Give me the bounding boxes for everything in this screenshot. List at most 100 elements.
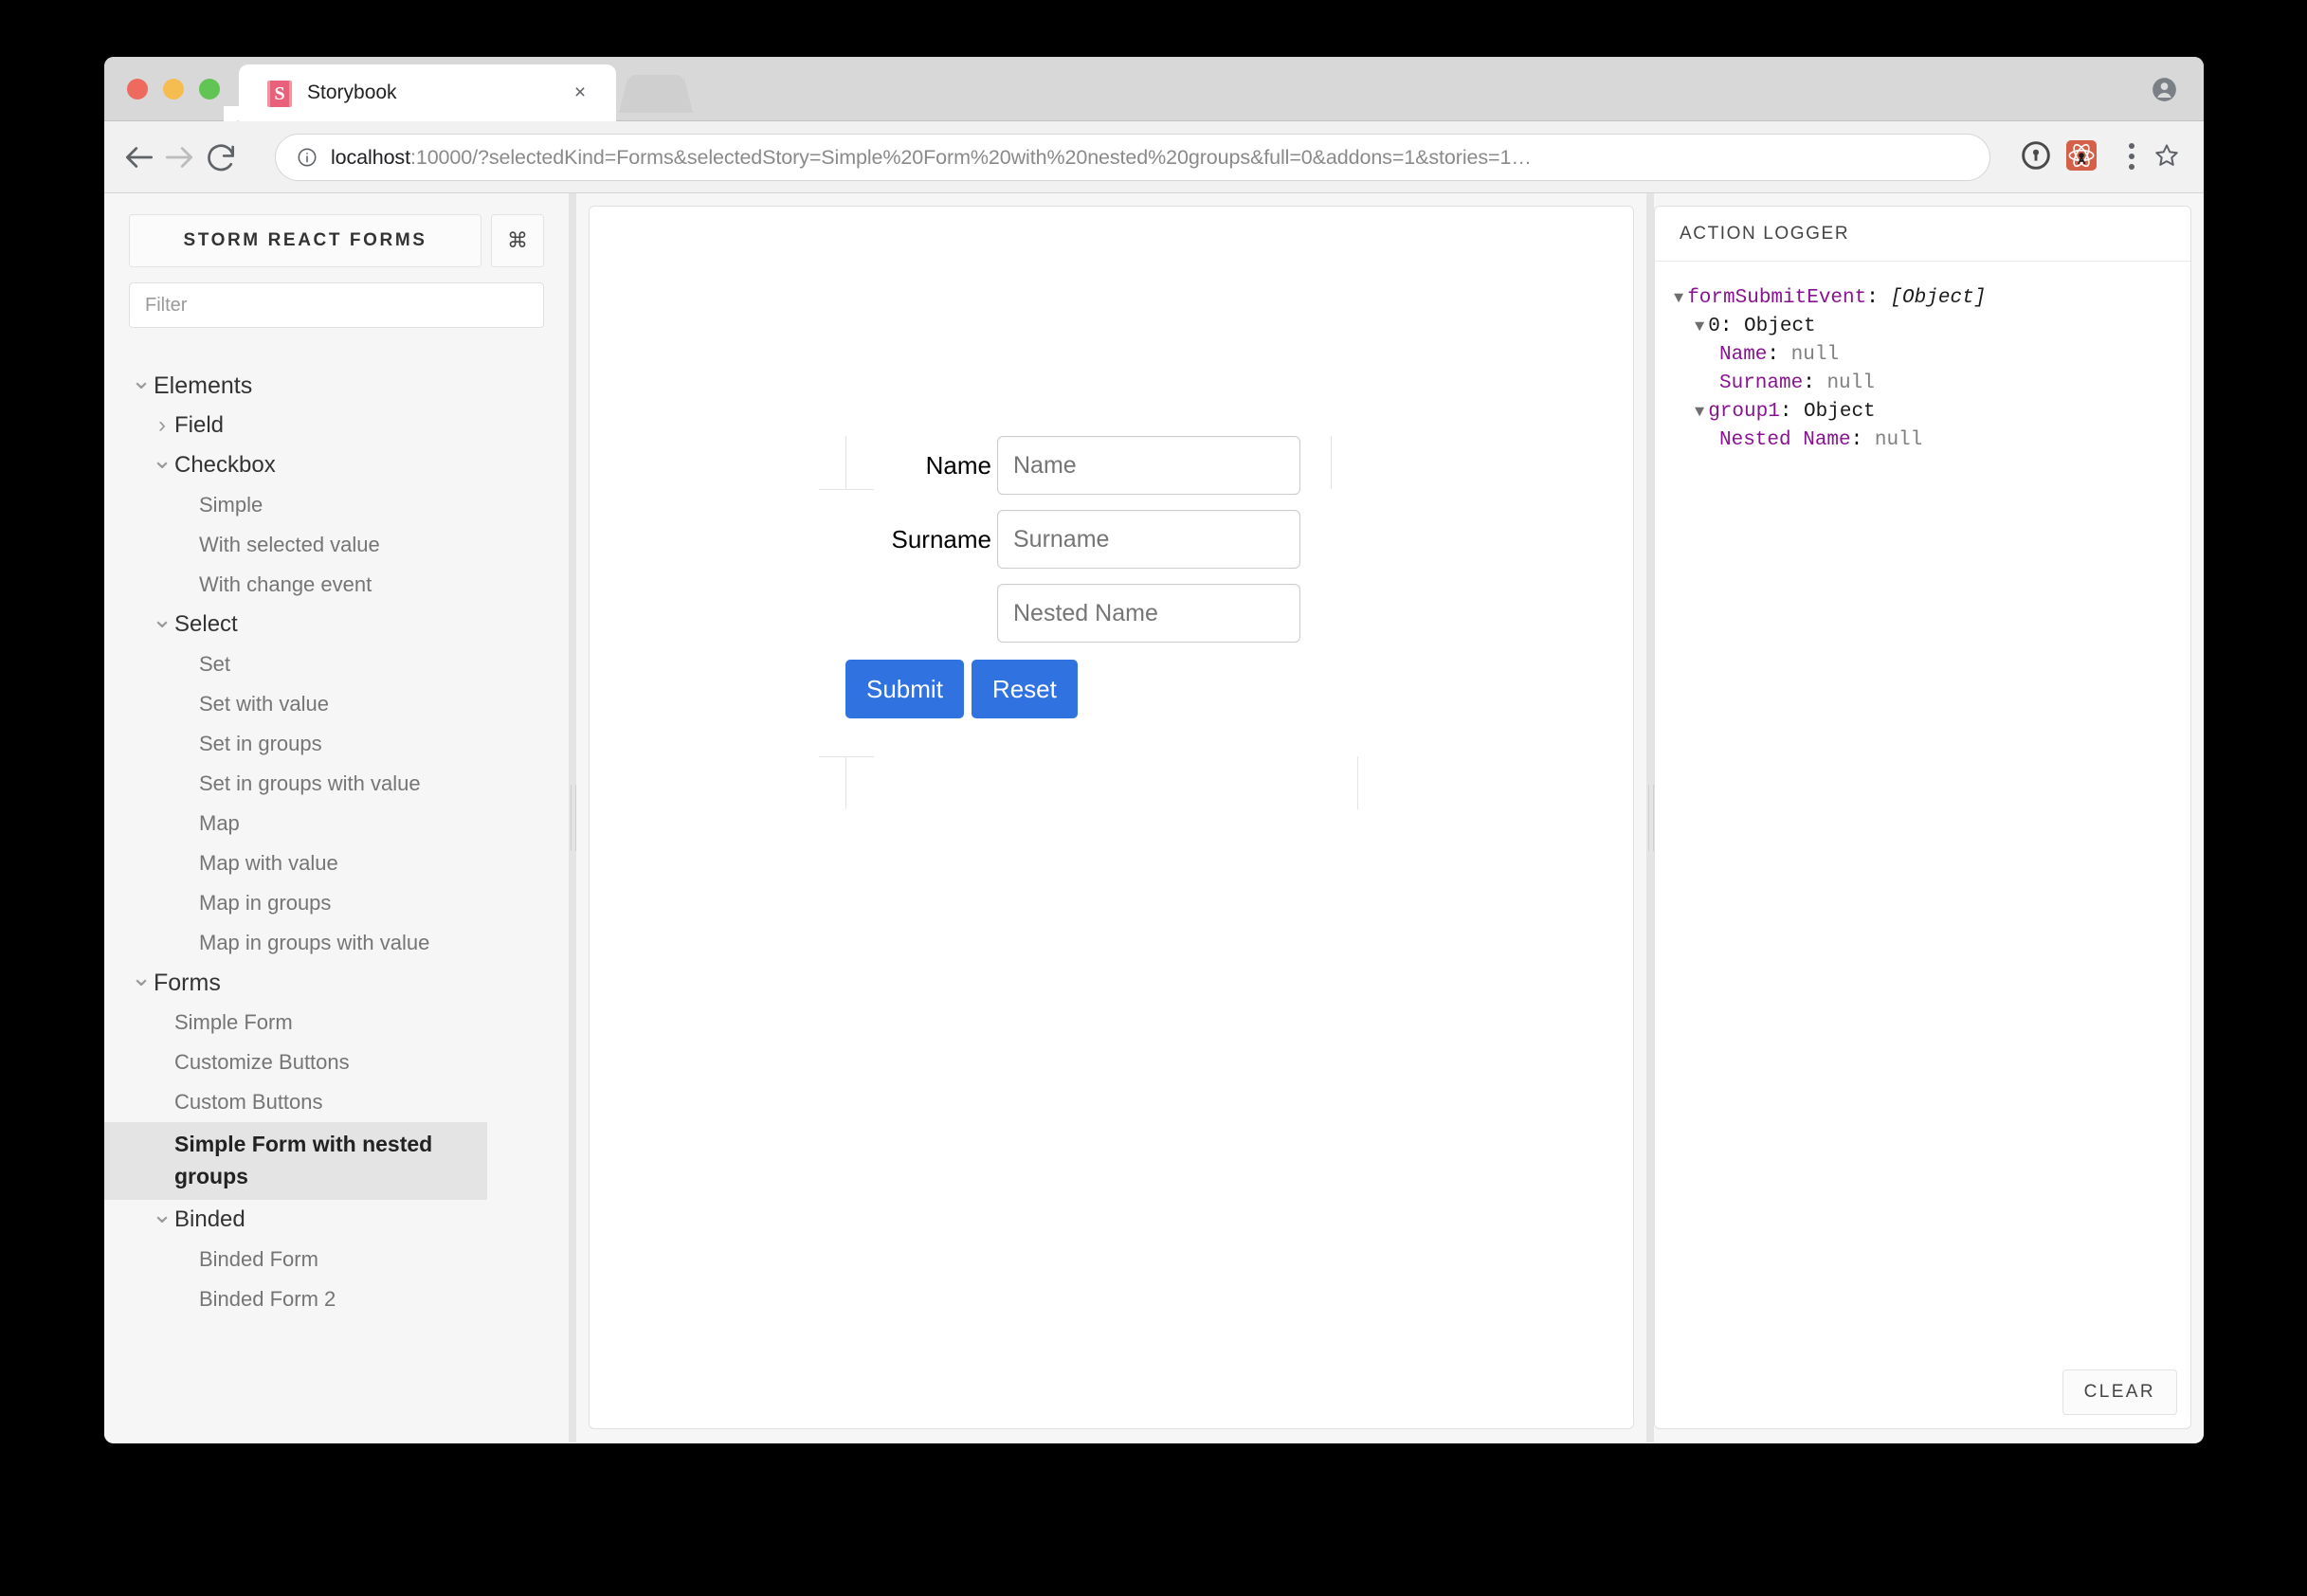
chevron-down-icon[interactable]: ⌄ <box>129 366 154 394</box>
rendered-story: Name Surname Submit Reset <box>819 436 1358 809</box>
shortcuts-command-icon[interactable]: ⌘ <box>491 214 544 267</box>
disclosure-triangle-icon[interactable]: ▼ <box>1674 290 1683 308</box>
chevron-down-icon[interactable]: ⌄ <box>150 605 174 633</box>
story-tree-item-label: Set in groups <box>199 732 322 755</box>
chevron-down-icon[interactable]: ⌄ <box>150 445 174 474</box>
action-log-key: formSubmitEvent <box>1687 287 1867 309</box>
disclosure-triangle-icon[interactable]: ▼ <box>1695 404 1704 422</box>
story-tree-item-label: Map <box>199 811 240 835</box>
story-tree-item-label: Map with value <box>199 851 338 875</box>
story-tree-item[interactable]: Map in groups with value <box>104 923 569 963</box>
form-field-label: Name <box>925 450 991 480</box>
form-input-name[interactable] <box>997 436 1300 495</box>
submit-button[interactable]: Submit <box>845 660 964 718</box>
story-tree-item[interactable]: ⌄ Checkbox <box>104 445 569 485</box>
tab-action-logger[interactable]: ACTION LOGGER <box>1680 224 1849 245</box>
story-tree-item[interactable]: Map with value <box>104 843 569 883</box>
sidebar-resize-handle[interactable] <box>569 193 576 1442</box>
story-tree-item[interactable]: Customize Buttons <box>104 1043 569 1082</box>
story-tree-item[interactable]: Map in groups <box>104 883 569 923</box>
form-field-row: Surname <box>845 510 1300 569</box>
back-icon[interactable] <box>121 139 157 175</box>
story-tree-item[interactable]: ⌄ Binded <box>104 1200 569 1240</box>
browser-window: S Storybook × localhost:10000/?selectedK… <box>104 57 2204 1443</box>
action-log-key: 0 <box>1708 316 1720 337</box>
reload-icon[interactable] <box>203 139 239 175</box>
avatar[interactable] <box>2152 77 2177 102</box>
story-tree-item[interactable]: Binded Form 2 <box>104 1279 569 1319</box>
react-devtools-extension-icon[interactable] <box>2066 140 2097 171</box>
story-tree-item[interactable]: › Field <box>104 406 569 445</box>
story-tree-item[interactable]: Custom Buttons <box>104 1082 569 1122</box>
form-input-surname[interactable] <box>997 510 1300 569</box>
story-tree-item[interactable]: Simple Form <box>104 1003 569 1043</box>
action-log-row: ▼ group1: Object <box>1674 398 2171 426</box>
story-tree-item[interactable]: Simple <box>104 485 569 525</box>
form-rows: Name Surname <box>845 436 1300 643</box>
clear-button[interactable]: CLEAR <box>2062 1369 2177 1415</box>
story-tree-item[interactable]: Binded Form <box>104 1240 569 1279</box>
story-tree-item-label: Select <box>174 611 238 637</box>
browser-tab-storybook[interactable]: S Storybook × <box>239 64 616 121</box>
sidebar-header: STORM REACT FORMS ⌘ <box>104 193 569 267</box>
story-tree: ⌄ Elements › Field ⌄ Checkbox Simple With selec… <box>104 366 569 1338</box>
form-input-nested-name[interactable] <box>997 584 1300 643</box>
story-tree-item[interactable]: Set in groups <box>104 724 569 764</box>
browser-menu-icon[interactable] <box>2117 138 2146 172</box>
address-bar[interactable]: localhost:10000/?selectedKind=Forms&sele… <box>275 134 1990 181</box>
story-tree-item-label: Binded <box>174 1206 245 1232</box>
story-tree-item-label: With change event <box>199 572 372 596</box>
story-tree-item[interactable]: Set <box>104 644 569 684</box>
action-log-separator: : <box>1719 316 1745 337</box>
story-tree-item-label: Field <box>174 412 225 438</box>
storybook-root: STORM REACT FORMS ⌘ ⌄Elements›Field⌄Chec… <box>104 193 2204 1442</box>
action-log-value: null <box>1874 429 1923 451</box>
story-tree-item-selected[interactable]: Simple Form with nested groups <box>104 1122 487 1200</box>
story-tree-item[interactable]: Set with value <box>104 684 569 724</box>
story-tree-item-label: Binded Form <box>199 1247 318 1271</box>
action-log-separator: : <box>1767 344 1791 366</box>
story-tree-item[interactable]: ⌄ Select <box>104 605 569 644</box>
story-tree-item[interactable]: With change event <box>104 565 569 605</box>
chevron-down-icon[interactable]: ⌄ <box>129 963 154 991</box>
storybook-favicon-icon: S <box>267 81 292 107</box>
story-tree-item-label: With selected value <box>199 533 380 556</box>
page-info-icon[interactable] <box>297 147 318 168</box>
story-tree-item[interactable]: Map <box>104 804 569 843</box>
url-host: localhost <box>331 145 410 169</box>
action-log-separator: : <box>1850 429 1875 451</box>
story-tree-item-label: Simple Form <box>174 1010 293 1034</box>
panel-resize-handle[interactable] <box>1646 193 1654 1442</box>
story-tree-item-label: Checkbox <box>174 452 276 478</box>
forward-icon <box>165 147 193 168</box>
addons-panel-tabs: ACTION LOGGER <box>1655 207 2190 262</box>
action-log-key: group1 <box>1708 401 1780 423</box>
close-icon[interactable]: × <box>569 82 591 104</box>
window-close-button[interactable] <box>127 79 148 100</box>
chevron-right-icon[interactable]: › <box>150 406 174 445</box>
action-log-key: Surname <box>1719 372 1804 394</box>
window-maximize-button[interactable] <box>199 79 220 100</box>
story-tree-item[interactable]: ⌄ Elements <box>104 366 569 406</box>
action-log-row: Nested Name: null <box>1674 426 2171 455</box>
window-minimize-button[interactable] <box>163 79 184 100</box>
preview-area: Name Surname Submit Reset <box>576 193 1646 1442</box>
sidebar-brand-title[interactable]: STORM REACT FORMS <box>129 214 481 267</box>
bookmark-star-icon[interactable] <box>2153 141 2181 170</box>
addons-panel: ACTION LOGGER ▼ formSubmitEvent: [Object]… <box>1654 193 2204 1442</box>
action-log-separator: : <box>1779 401 1805 423</box>
story-tree-item-label: Forms <box>154 970 221 996</box>
filter-input[interactable] <box>129 282 544 328</box>
form-field-row: Name <box>845 436 1300 495</box>
chevron-down-icon[interactable]: ⌄ <box>150 1200 174 1228</box>
story-tree-item-label: Simple <box>199 493 263 517</box>
new-tab-button[interactable] <box>619 75 693 113</box>
reset-button[interactable]: Reset <box>971 660 1078 718</box>
story-tree-item[interactable]: Set in groups with value <box>104 764 569 804</box>
password-manager-extension-icon[interactable] <box>2021 140 2051 171</box>
action-log-row: Name: null <box>1674 341 2171 370</box>
disclosure-triangle-icon[interactable]: ▼ <box>1695 318 1704 336</box>
story-tree-item[interactable]: With selected value <box>104 525 569 565</box>
action-log-value: null <box>1790 344 1840 366</box>
story-tree-item[interactable]: ⌄ Forms <box>104 963 569 1003</box>
